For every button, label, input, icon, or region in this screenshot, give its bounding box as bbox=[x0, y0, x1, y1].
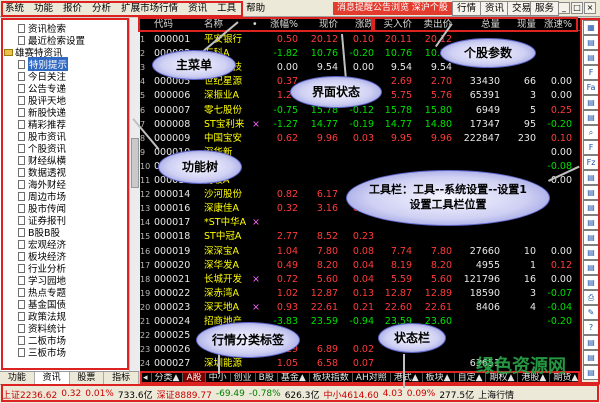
cell-name: 深圳能源 bbox=[204, 358, 243, 370]
left-tab[interactable]: 资讯 bbox=[34, 372, 70, 384]
callout-status-bar-text: 状态栏 bbox=[393, 330, 430, 345]
callout-pointer bbox=[403, 354, 405, 388]
callout-main-menu-text: 主菜单 bbox=[175, 57, 212, 72]
menu-highlight-box bbox=[1, 1, 243, 17]
left-tab[interactable]: 指标 bbox=[104, 372, 139, 384]
callout-ui-state-text: 界面状态 bbox=[311, 84, 360, 99]
params-highlight-box bbox=[373, 17, 578, 32]
notice-ticker[interactable]: 消息提醒公告浏览 深沪个股 bbox=[333, 2, 452, 15]
callout-stock-params-text: 个股参数 bbox=[463, 45, 512, 60]
cell-mark bbox=[252, 356, 262, 371]
cell-code: 000027 bbox=[154, 358, 191, 370]
close-icon[interactable]: × bbox=[584, 2, 596, 14]
callout-pointer bbox=[218, 354, 220, 374]
tree-highlight-box bbox=[1, 18, 129, 370]
menu-item[interactable]: 帮助 bbox=[241, 0, 270, 17]
callout-toolbar-text-2: 设置工具栏位置 bbox=[409, 198, 487, 211]
toolbar-highlight-box bbox=[580, 18, 600, 384]
callout-category-tabs: 行情分类标签 bbox=[196, 322, 300, 358]
menu-right-button[interactable]: 服务 bbox=[530, 1, 560, 16]
callout-toolbar: 工具栏：工具--系统设置--设置1 设置工具栏位置 bbox=[346, 170, 550, 226]
callout-main-menu: 主菜单 bbox=[152, 50, 236, 80]
cell-bid bbox=[376, 356, 412, 371]
tree-scrollbar[interactable] bbox=[129, 18, 140, 371]
callout-function-tree: 功能树 bbox=[158, 150, 242, 184]
maximize-icon[interactable]: □ bbox=[571, 2, 583, 14]
callout-category-tabs-text: 行情分类标签 bbox=[211, 332, 284, 347]
ui-state-highlight-box bbox=[138, 17, 373, 32]
left-panel-tabs: 功能 资讯 股票 指标 bbox=[0, 371, 139, 384]
callout-stock-params: 个股参数 bbox=[440, 38, 536, 68]
app-window: 系统 功能 报价 分析 扩展市场行情 资讯 工具 帮助 消息提醒公告浏览 深沪个股 行情 资讯 交易… bbox=[0, 0, 600, 403]
status-highlight-box bbox=[1, 384, 599, 402]
callout-status-bar: 状态栏 bbox=[378, 323, 446, 353]
scrollbar-thumb[interactable] bbox=[131, 138, 139, 188]
menu-right-button[interactable]: 资讯 bbox=[480, 1, 510, 16]
left-tab[interactable]: 股票 bbox=[70, 372, 105, 384]
row-index: 24 bbox=[140, 359, 151, 369]
menu-right-button[interactable]: 行情 bbox=[452, 1, 482, 16]
callout-toolbar-text-1: 工具栏：工具--系统设置--设置1 bbox=[369, 183, 527, 197]
cell-price: 6.58 bbox=[316, 358, 338, 370]
minimize-icon[interactable]: _ bbox=[558, 2, 570, 14]
cell-pct: 1.05 bbox=[276, 358, 298, 370]
cell-ask bbox=[414, 356, 452, 371]
left-tab[interactable]: 功能 bbox=[0, 372, 35, 384]
callout-ui-state: 界面状态 bbox=[290, 76, 382, 108]
watermark-text: 绿色资源网 bbox=[476, 356, 566, 377]
callout-function-tree-text: 功能树 bbox=[181, 159, 218, 174]
cell-chg: 0.07 bbox=[352, 358, 374, 370]
